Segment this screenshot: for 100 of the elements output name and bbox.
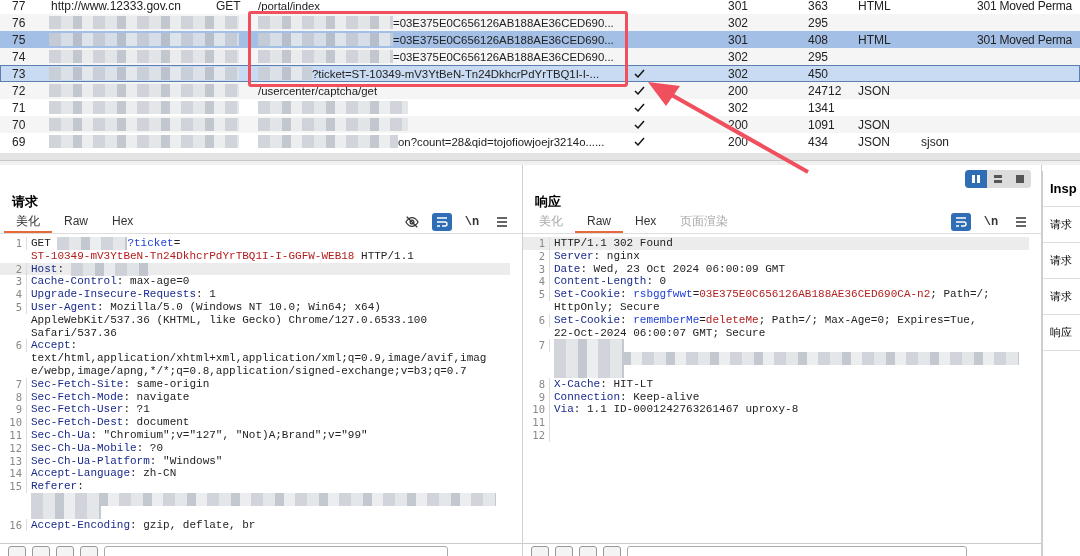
- row-number: 75: [11, 32, 26, 47]
- title-cell-text: 301 Moved Perma: [976, 0, 1073, 13]
- history-row[interactable]: 74 =03E375E0C656126AB188AE36CED690... 302 295: [0, 48, 1080, 65]
- check-icon: [634, 85, 645, 96]
- extension-cell-text: sjson: [920, 134, 949, 149]
- line-number: 8: [523, 377, 550, 391]
- editor-tab[interactable]: Hex: [100, 211, 146, 233]
- code-text: Safari/537.36: [31, 326, 117, 340]
- mime-cell-text: HTML: [857, 0, 891, 13]
- check-icon: [634, 102, 645, 113]
- row-number: 76: [11, 15, 26, 30]
- status-cell-text: 301: [727, 32, 749, 47]
- inspector-section[interactable]: 响应: [1043, 315, 1080, 351]
- url-cell: =03E375E0C656126AB188AE36CED690...: [393, 16, 614, 29]
- length-cell-text: 1341: [807, 100, 835, 115]
- code-text: Sec-Fetch-Dest: document: [31, 416, 190, 429]
- length-cell-text: 450: [807, 66, 829, 81]
- scrollbar[interactable]: [0, 153, 1080, 160]
- editor-tab[interactable]: Raw: [575, 211, 623, 233]
- inspector-section[interactable]: 请求: [1043, 207, 1080, 243]
- rows-icon: [993, 174, 1003, 184]
- row-number: 72: [11, 83, 26, 98]
- code-text: Sec-Fetch-Site: same-origin: [31, 377, 210, 391]
- code-text: Sec-Fetch-Mode: navigate: [31, 390, 190, 404]
- code-text: User-Agent: Mozilla/5.0 (Windows NT 10.0; Win64; x64): [31, 301, 381, 314]
- code-text: GET: [31, 237, 52, 250]
- history-row[interactable]: 73 ?ticket=ST-10349-mV3YtBeN-Tn24DkhcrPdYrTBQ1I-I-... 302 450: [0, 65, 1080, 82]
- code-text: Sec-Ch-Ua: "Chromium";v="127", "Not)A;Brand";v="99": [31, 428, 368, 442]
- check-icon: [634, 119, 645, 130]
- wrap-toggle[interactable]: [951, 213, 971, 231]
- line-number: 12: [0, 441, 27, 455]
- url-cell: =03E375E0C656126AB188AE36CED690...: [393, 50, 614, 63]
- length-cell-text: 295: [807, 49, 829, 64]
- history-row[interactable]: 75 =03E375E0C656126AB188AE36CED690... 301 408 HTML 301 Moved Perma: [0, 31, 1080, 48]
- code-text: Via: 1.1 ID-0001242763261467 uproxy-8: [554, 403, 799, 417]
- panel-title: 响应: [534, 193, 562, 211]
- length-cell-text: 1091: [807, 117, 835, 132]
- line-number: 11: [523, 416, 550, 429]
- mime-cell-text: JSON: [857, 117, 890, 132]
- code-text: Sec-Fetch-User: ?1: [31, 403, 150, 417]
- line-number: 3: [0, 275, 27, 289]
- line-number: 6: [0, 339, 27, 353]
- code-text: Accept-Encoding: gzip, deflate, br: [31, 518, 256, 532]
- title-cell-text: 301 Moved Perma: [976, 32, 1073, 47]
- row-number: 70: [11, 117, 26, 132]
- mime-cell-text: JSON: [857, 83, 890, 98]
- panel-title: 请求: [10, 193, 39, 211]
- editor-tab[interactable]: 美化: [4, 211, 52, 233]
- newline-toggle[interactable]: \n: [981, 213, 1001, 231]
- line-number: 2: [523, 249, 550, 263]
- line-number: 4: [0, 288, 27, 301]
- row-number: 69: [11, 134, 26, 149]
- row-number: 73: [11, 66, 26, 81]
- wrap-icon: [955, 217, 967, 227]
- length-cell-text: 408: [807, 32, 829, 47]
- method-cell-text: GET: [215, 0, 241, 13]
- line-number: 1: [0, 237, 27, 250]
- code-text: HttpOnly; Secure: [554, 301, 660, 314]
- layout-toggle[interactable]: [965, 170, 987, 188]
- wrap-toggle[interactable]: [432, 213, 452, 231]
- code-text: 22-Oct-2024 06:00:07 GMT; Secure: [554, 326, 766, 340]
- code-text: Sec-Ch-Ua-Platform: "Windows": [31, 454, 223, 468]
- code-text: ?ticket=: [127, 237, 181, 250]
- square-icon: [1015, 174, 1025, 184]
- host-cell-text: http://www.12333.gov.cn: [50, 0, 181, 13]
- code-text: Accept:: [31, 339, 78, 353]
- length-cell-text: 24712: [807, 83, 842, 98]
- code-text: Set-Cookie: rsbggfwwt=03E375E0C656126AB188AE36CED690CA-n2; Path=/;: [554, 288, 990, 301]
- editor-tab[interactable]: Hex: [623, 211, 669, 233]
- line-number: 3: [523, 262, 550, 276]
- redacted-block: [57, 236, 128, 250]
- code-text: X-Cache: HIT-LT: [554, 377, 654, 391]
- line-number: 10: [0, 416, 27, 429]
- inspector-section[interactable]: 请求: [1043, 279, 1080, 315]
- code-text: HTTP/1.1 302 Found: [554, 237, 673, 250]
- history-row[interactable]: 76 =03E375E0C656126AB188AE36CED690... 302 295: [0, 14, 1080, 31]
- row-number: 71: [11, 100, 26, 115]
- check-icon: [634, 136, 645, 147]
- code-text: Server: nginx: [554, 249, 640, 263]
- line-number: 15: [0, 480, 27, 493]
- row-number: 74: [11, 49, 26, 64]
- code-text: Upgrade-Insecure-Requests: 1: [31, 288, 216, 301]
- line-number: 1: [523, 237, 550, 250]
- mime-cell-text: HTML: [857, 32, 891, 47]
- line-number: 5: [523, 288, 550, 301]
- code-text: e/webp,image/apng,*/*;q=0.8,application/signed-exchange;v=b3;q=0.7: [31, 364, 467, 378]
- url-cell: /portal/index: [258, 0, 321, 12]
- inspector-section[interactable]: 请求: [1043, 243, 1080, 279]
- newline-toggle[interactable]: \n: [462, 213, 482, 231]
- status-cell-text: 301: [727, 0, 749, 13]
- code-text: Set-Cookie: rememberMe=deleteMe; Path=/; Max-Age=0; Expires=Tue,: [554, 313, 977, 327]
- mime-cell-text: JSON: [857, 134, 890, 149]
- url-cell: on?count=28&qid=tojofiowjoejr3214o......: [398, 135, 605, 148]
- status-cell-text: 302: [727, 49, 749, 64]
- code-text: Cache-Control: max-age=0: [31, 275, 190, 289]
- editor-tab[interactable]: Raw: [52, 211, 100, 233]
- status-cell-text: 302: [727, 66, 749, 81]
- status-cell-text: 302: [727, 15, 749, 30]
- history-row[interactable]: 72 /usercenter/captcha/get 200 24712 JSON: [0, 82, 1080, 99]
- check-icon: [634, 68, 645, 79]
